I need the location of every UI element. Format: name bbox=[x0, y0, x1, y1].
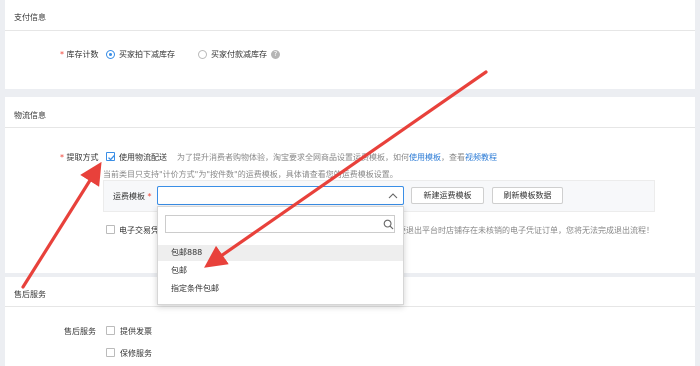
annotation-arrow bbox=[21, 70, 488, 289]
annotation-arrow-to-checkbox bbox=[21, 161, 102, 289]
annotation-arrow-to-option bbox=[204, 70, 488, 268]
